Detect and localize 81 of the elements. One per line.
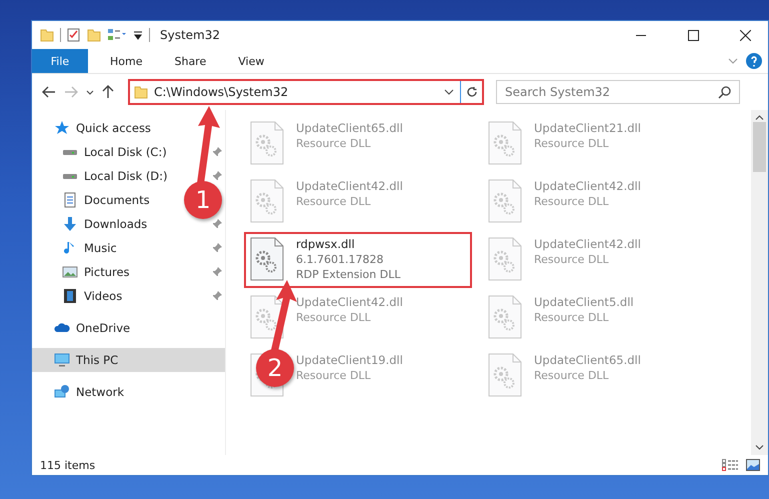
properties-icon[interactable]: [67, 28, 81, 42]
sidebar-item[interactable]: Local Disk (C:): [84, 145, 167, 159]
address-bar[interactable]: C:\Windows\System32: [128, 79, 484, 105]
pin-icon[interactable]: [212, 147, 222, 157]
file-description: Resource DLL: [534, 252, 610, 267]
network-icon: [54, 384, 70, 400]
minimize-icon: [636, 34, 646, 36]
file-name[interactable]: rdpwsx.dll: [296, 237, 400, 252]
scroll-up-icon[interactable]: [755, 115, 764, 120]
up-arrow-icon: [102, 85, 114, 99]
item-count: 115 items: [40, 458, 96, 472]
star-icon: [54, 120, 70, 136]
ribbon-tab[interactable]: File: [32, 49, 88, 73]
customize-dropdown-icon[interactable]: [133, 30, 143, 40]
search-box[interactable]: Search System32: [496, 80, 740, 104]
scrollbar[interactable]: [751, 110, 768, 455]
file-description: RDP Extension DLL: [296, 267, 400, 282]
file-description: Resource DLL: [296, 368, 372, 383]
settings-file-icon: [488, 295, 522, 339]
sidebar-item[interactable]: This PC: [76, 353, 118, 367]
sidebar-item[interactable]: Videos: [84, 289, 122, 303]
folder-icon: [40, 28, 54, 42]
pin-icon[interactable]: [212, 291, 222, 301]
large-icons-view-icon[interactable]: [746, 459, 760, 471]
ribbon-tab[interactable]: View: [224, 49, 278, 73]
file-description: Resource DLL: [296, 136, 372, 151]
file-version: 6.1.7601.17828: [296, 252, 384, 267]
folder-icon: [134, 85, 148, 99]
file-description: Resource DLL: [296, 310, 372, 325]
download-arrow-icon: [62, 216, 78, 232]
recent-locations-button[interactable]: [84, 88, 96, 96]
monitor-icon: [54, 352, 70, 368]
settings-file-icon: [250, 179, 284, 223]
help-icon[interactable]: [746, 53, 762, 69]
settings-file-icon: [488, 353, 522, 397]
sidebar-item[interactable]: Downloads: [84, 217, 148, 231]
close-icon: [740, 30, 750, 40]
ribbon-tab[interactable]: Share: [160, 49, 220, 73]
file-description: Resource DLL: [534, 194, 610, 209]
pin-icon[interactable]: [212, 243, 222, 253]
new-folder-icon: [87, 28, 101, 42]
file-description: Resource DLL: [534, 368, 610, 383]
sidebar-item[interactable]: Local Disk (D:): [84, 169, 168, 183]
back-arrow-icon: [42, 86, 56, 98]
dropdown-caret-icon[interactable]: [444, 89, 454, 95]
window-title: System32: [160, 28, 222, 42]
back-button[interactable]: [40, 84, 58, 100]
file-description: Resource DLL: [296, 194, 372, 209]
expand-ribbon-icon[interactable]: [728, 58, 738, 64]
pin-icon[interactable]: [212, 267, 222, 277]
scrollbar-thumb[interactable]: [753, 122, 766, 172]
maximize-icon: [688, 30, 698, 40]
ribbon-tab[interactable]: Home: [96, 49, 156, 73]
film-icon: [62, 288, 78, 304]
drive-icon: [62, 172, 78, 180]
pictures-icon: [62, 264, 78, 280]
file-description: Resource DLL: [534, 310, 610, 325]
details-view-icon[interactable]: [722, 459, 738, 471]
search-icon: [718, 86, 731, 98]
sidebar-item[interactable]: Pictures: [84, 265, 130, 279]
pin-icon[interactable]: [212, 171, 222, 181]
forward-arrow-icon: [64, 86, 78, 98]
pin-icon[interactable]: [212, 219, 222, 229]
sidebar-item[interactable]: OneDrive: [76, 321, 130, 335]
settings-file-icon: [488, 237, 522, 281]
up-button[interactable]: [100, 83, 116, 101]
scroll-down-icon[interactable]: [755, 445, 764, 450]
chevron-down-icon: [86, 90, 94, 94]
refresh-icon: [466, 86, 478, 98]
settings-file-icon: [250, 237, 284, 281]
view-options-icon[interactable]: [107, 28, 127, 42]
settings-file-icon: [488, 179, 522, 223]
file-description: Resource DLL: [534, 136, 610, 151]
sidebar-item[interactable]: Quick access: [76, 121, 151, 135]
sidebar-item[interactable]: Music: [84, 241, 117, 255]
settings-file-icon: [250, 121, 284, 165]
sidebar-item[interactable]: Network: [76, 385, 124, 399]
drive-icon: [62, 148, 78, 156]
sidebar-item[interactable]: Documents: [84, 193, 150, 207]
settings-file-icon: [488, 121, 522, 165]
document-icon: [62, 192, 78, 208]
